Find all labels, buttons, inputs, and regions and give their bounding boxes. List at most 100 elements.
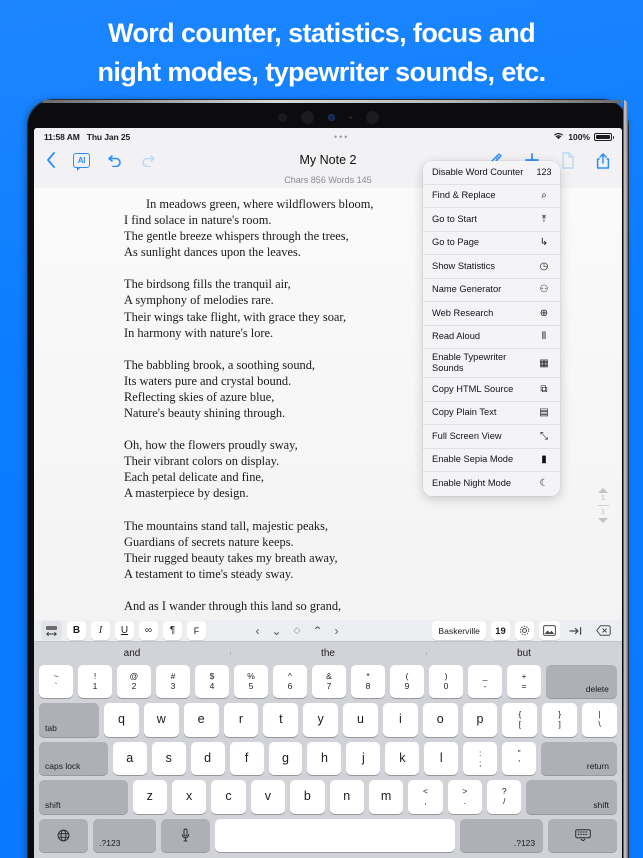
key-symbol-1[interactable]: >. [447, 780, 483, 814]
microphone-icon[interactable] [161, 818, 211, 852]
redo-icon[interactable] [140, 153, 156, 167]
key-t[interactable]: t [263, 703, 299, 737]
menu-item-web-research[interactable]: Web Research ⊕ [423, 302, 560, 326]
key-bracket-2[interactable]: | \ [582, 703, 617, 737]
key-q[interactable]: q [104, 703, 139, 737]
prediction-word[interactable]: the [230, 648, 426, 659]
key-2[interactable]: @2 [117, 664, 151, 699]
ai-assistant-icon[interactable]: AI [73, 152, 90, 171]
underline-button[interactable]: U [115, 621, 134, 641]
menu-item-disable-word-counter[interactable]: Disable Word Counter 123 [423, 161, 560, 185]
menu-item-read-aloud[interactable]: Read Aloud ⦀ [423, 325, 560, 349]
key-l[interactable]: l [424, 741, 459, 776]
keyboard-row-bottom[interactable]: shift z x c v b n m <, >.? / shift [34, 780, 622, 818]
menu-item-full-screen-view[interactable]: Full Screen View ⤡ [423, 425, 560, 449]
menu-item-show-statistics[interactable]: Show Statistics ◷ [423, 255, 560, 279]
document-icon[interactable] [561, 151, 575, 169]
nav-next-icon[interactable]: › [335, 624, 339, 638]
key-v[interactable]: v [250, 780, 286, 814]
photo-icon[interactable] [538, 621, 560, 641]
bold-button[interactable]: B [67, 621, 86, 641]
prediction-bar[interactable]: and the but [34, 642, 622, 665]
keyboard-row-space[interactable]: .?123 .?123 [34, 818, 622, 857]
onscreen-keyboard[interactable]: B I U ∞ ¶ F ‹ ⌄ ◇ ⌃ › Baskerville 19 and… [34, 620, 622, 858]
paragraph-button[interactable]: ¶ [163, 621, 182, 641]
key-0[interactable]: ) 0 [429, 664, 463, 699]
hide-keyboard-icon[interactable] [548, 818, 617, 852]
key-w[interactable]: w [143, 703, 179, 737]
tab-right-icon[interactable] [565, 621, 587, 640]
key-1[interactable]: ! 1 [78, 664, 112, 699]
key-e[interactable]: e [183, 703, 219, 737]
key-b[interactable]: b [290, 780, 325, 814]
keyboard-row-numbers[interactable]: ~ `! 1 @2 #3 $4% 5 ^ 6 & 7 * 8(9) 0 _ - + = delete [34, 664, 622, 703]
options-menu[interactable]: Disable Word Counter 123 Find & Replace ⌕ Go… [423, 161, 560, 496]
page-up-icon[interactable] [598, 488, 608, 493]
prediction-word[interactable]: but [426, 648, 622, 659]
numeric-toggle-left-key[interactable]: .?123 [93, 818, 157, 852]
menu-item-enable-sepia-mode[interactable]: Enable Sepia Mode ▮ [423, 448, 560, 472]
key-n[interactable]: n [329, 780, 364, 814]
key-symbol-2[interactable]: ? / [487, 780, 522, 814]
gear-icon[interactable] [514, 621, 534, 641]
key-p[interactable]: p [462, 703, 498, 737]
font-size-selector[interactable]: 19 [490, 621, 510, 641]
key-y[interactable]: y [303, 703, 339, 737]
key-u[interactable]: u [343, 703, 378, 737]
key-z[interactable]: z [132, 780, 167, 814]
keyboard-resize-icon[interactable] [41, 621, 62, 641]
menu-item-find-replace[interactable]: Find & Replace ⌕ [423, 184, 560, 208]
space-key[interactable] [215, 818, 456, 852]
page-down-icon[interactable] [598, 518, 608, 523]
menu-item-go-to-start[interactable]: Go to Start ⤒ [423, 208, 560, 232]
caps-lock-key[interactable]: caps lock [39, 741, 108, 776]
cursor-nav-group[interactable]: ‹ ⌄ ◇ ⌃ › [255, 624, 338, 638]
key-4[interactable]: $4 [195, 664, 229, 699]
return-key[interactable]: return [541, 741, 617, 776]
tab-key[interactable]: tab [39, 703, 100, 737]
undo-icon[interactable] [107, 153, 123, 167]
dismiss-keyboard-icon[interactable] [592, 621, 615, 640]
key-7[interactable]: & 7 [312, 664, 346, 699]
key-a[interactable]: a [112, 741, 147, 776]
format-toolbar[interactable]: B I U ∞ ¶ F ‹ ⌄ ◇ ⌃ › Baskerville 19 [34, 620, 622, 643]
link-button[interactable]: ∞ [139, 621, 158, 641]
key-6[interactable]: ^ 6 [273, 664, 307, 699]
font-family-selector[interactable]: Baskerville [432, 621, 486, 641]
shift-right-key[interactable]: shift [526, 780, 617, 814]
share-icon[interactable] [596, 152, 610, 169]
key-f[interactable]: f [229, 741, 264, 776]
key-x[interactable]: x [171, 780, 207, 814]
keyboard-row-top[interactable]: tab q w e r t y u i o p{[}] | \ [34, 703, 622, 741]
italic-button[interactable]: I [91, 621, 110, 641]
key-symbol-0[interactable]: <, [408, 780, 443, 814]
key-m[interactable]: m [368, 780, 404, 814]
multitask-handle[interactable]: ••• [130, 132, 553, 141]
menu-item-name-generator[interactable]: Name Generator ⚇ [423, 278, 560, 302]
numeric-toggle-right-key[interactable]: .?123 [460, 818, 544, 852]
key-punct-1[interactable]: " ' [502, 741, 537, 776]
indent-button[interactable]: F [187, 621, 206, 641]
page-navigator[interactable]: 1 1 [596, 488, 610, 523]
menu-item-copy-html-source[interactable]: Copy HTML Source ⧉ [423, 378, 560, 402]
menu-item-enable-night-mode[interactable]: Enable Night Mode ☾ [423, 472, 560, 496]
key-8[interactable]: * 8 [351, 664, 385, 699]
key-i[interactable]: i [382, 703, 418, 737]
menu-item-copy-plain-text[interactable]: Copy Plain Text ▤ [423, 401, 560, 425]
prediction-word[interactable]: and [34, 648, 230, 659]
key-o[interactable]: o [422, 703, 458, 737]
shift-left-key[interactable]: shift [39, 780, 128, 814]
nav-prev-icon[interactable]: ‹ [255, 624, 259, 638]
nav-down-icon[interactable]: ⌄ [271, 624, 281, 638]
key-h[interactable]: h [307, 741, 342, 776]
chevron-left-icon[interactable] [46, 152, 56, 168]
key-3[interactable]: #3 [156, 664, 190, 699]
key-`[interactable]: ~ ` [39, 664, 73, 699]
key-c[interactable]: c [211, 780, 246, 814]
key-r[interactable]: r [223, 703, 259, 737]
key-=[interactable]: + = [507, 664, 541, 699]
key-k[interactable]: k [385, 741, 420, 776]
key-bracket-1[interactable]: }] [542, 703, 578, 737]
nav-center-icon[interactable]: ◇ [294, 625, 301, 636]
nav-up-icon[interactable]: ⌃ [312, 624, 322, 638]
